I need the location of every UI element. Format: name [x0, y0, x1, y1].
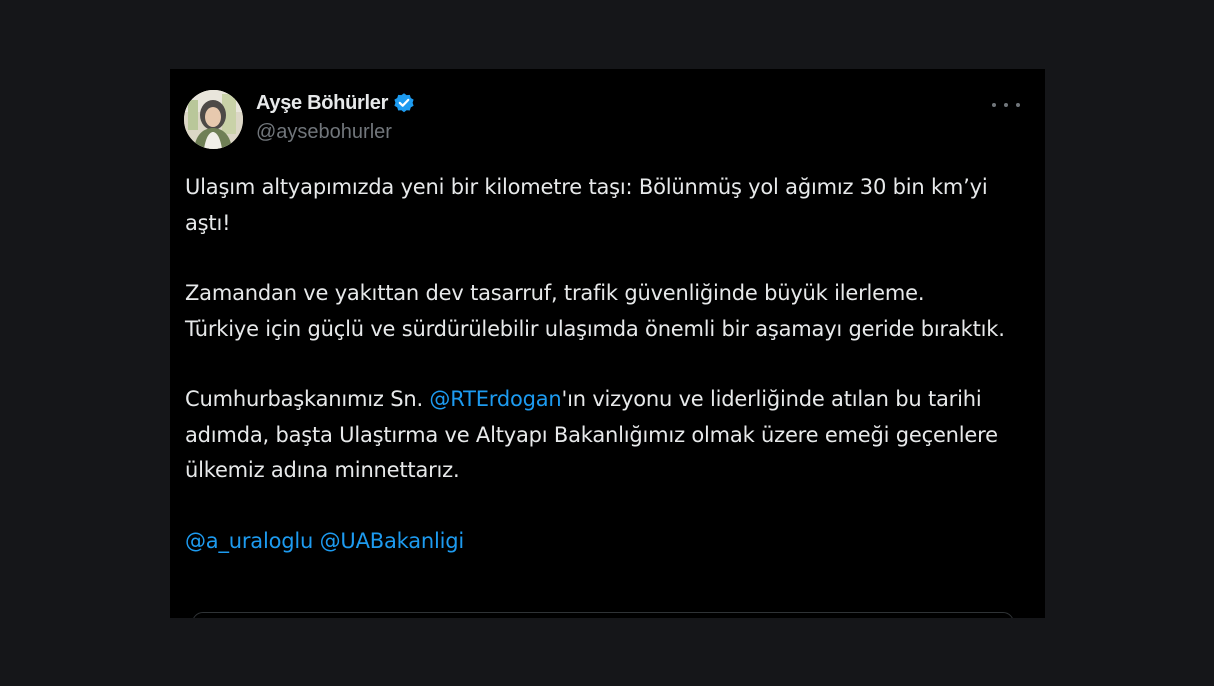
tweet-paragraph-3-prefix: Cumhurbaşkanımız Sn.	[185, 387, 430, 411]
tweet-card: Ayşe Böhürler @aysebohurler Ulaşım altya…	[170, 69, 1045, 618]
tweet-paragraph-2-line-2: Türkiye için güçlü ve sürdürülebilir ula…	[185, 316, 1005, 341]
tweet-mentions: @a_uraloglu @UABakanligi	[185, 524, 1030, 560]
more-dot	[1004, 103, 1008, 107]
tweet-paragraph-3: Cumhurbaşkanımız Sn. @RTErdogan'ın vizyo…	[185, 382, 1030, 489]
tweet-text: Ulaşım altyapımızda yeni bir kilometre t…	[185, 170, 1030, 559]
profile-photo	[184, 90, 243, 149]
more-dot	[992, 103, 996, 107]
tweet-paragraph-1: Ulaşım altyapımızda yeni bir kilometre t…	[185, 175, 988, 235]
mention-link-rterdogan[interactable]: @RTErdogan	[429, 387, 561, 411]
author-handle[interactable]: @aysebohurler	[256, 121, 392, 144]
mention-link-a-uraloglu[interactable]: @a_uraloglu	[185, 529, 313, 553]
tweet-paragraph-2-line-1: Zamandan ve yakıttan dev tasarruf, trafi…	[185, 281, 925, 305]
verified-badge-icon	[393, 92, 415, 114]
author-name-row: Ayşe Böhürler	[256, 90, 415, 116]
author-display-name[interactable]: Ayşe Böhürler	[256, 92, 388, 115]
more-options-icon[interactable]	[992, 94, 1020, 116]
mention-link-uabakanligi[interactable]: @UABakanligi	[320, 529, 465, 553]
more-dot	[1016, 103, 1020, 107]
screenshot-stage: Ayşe Böhürler @aysebohurler Ulaşım altya…	[0, 0, 1214, 686]
author-avatar[interactable]	[184, 90, 243, 149]
attached-media-card[interactable]	[192, 612, 1014, 618]
